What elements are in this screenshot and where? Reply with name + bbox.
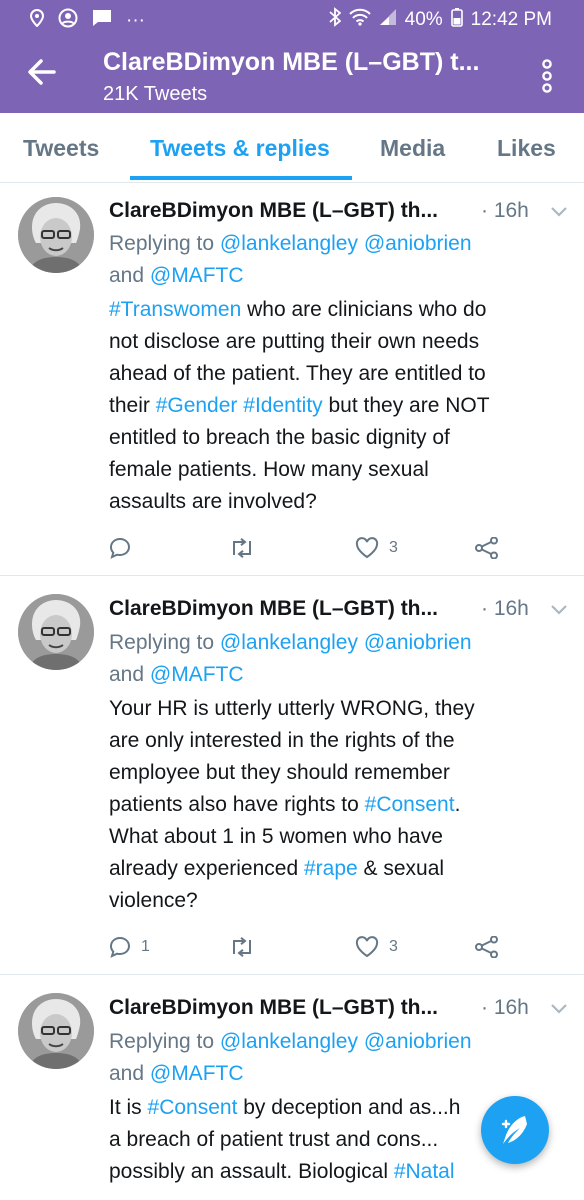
tweet-count: 21K Tweets [103,83,208,105]
mention-link[interactable]: @aniobrien [364,232,472,255]
mention-link[interactable]: @MAFTC [150,1062,244,1085]
reply-icon [109,537,131,559]
compose-tweet-button[interactable] [481,1096,549,1164]
profile-photo [18,197,94,273]
location-icon [29,8,45,33]
share-button[interactable] [475,537,499,559]
author-name[interactable]: ClareBDimyon MBE (L–GBT) th... [109,597,438,621]
chevron-down-icon [551,605,567,615]
replying-to: Replying to @lankelangley @aniobrien and … [109,631,472,686]
timestamp: · 16h [481,597,529,620]
tweet-item[interactable]: ClareBDimyon MBE (L–GBT) th... · 16h Rep… [0,183,584,576]
share-icon [475,537,498,559]
replying-to: Replying to @lankelangley @aniobrien and … [109,232,472,287]
reply-button[interactable]: 1 [109,936,150,958]
share-button[interactable] [475,936,499,958]
hashtag-link[interactable]: #Consent [148,1096,238,1119]
author-name[interactable]: ClareBDimyon MBE (L–GBT) th... [109,996,438,1020]
heart-icon [355,936,379,958]
tweet-item[interactable]: ClareBDimyon MBE (L–GBT) th... · 16h Rep… [0,576,584,975]
hashtag-link[interactable]: #Natal [394,1160,455,1183]
hashtag-link[interactable]: #Identity [243,394,322,417]
tweet-options-button[interactable] [550,205,568,217]
tab-media[interactable]: Media [380,135,445,162]
tab-tweets[interactable]: Tweets [23,135,99,162]
bluetooth-icon [329,7,342,33]
share-icon [475,936,498,958]
battery-percent: 40% [404,9,443,30]
more-vertical-icon [542,59,552,93]
hashtag-link[interactable]: #Consent [365,793,455,816]
battery-icon [450,7,463,33]
reply-icon [109,936,131,958]
tweet-text: #Transwomen who are clinicians who do no… [109,298,490,513]
retweet-icon [233,937,251,957]
timestamp: · 16h [481,996,529,1019]
mention-link[interactable]: @lankelangley [220,232,358,255]
profile-photo [18,993,94,1069]
author-name[interactable]: ClareBDimyon MBE (L–GBT) th... [109,199,438,223]
compose-feather-icon [501,1116,527,1144]
tab-likes[interactable]: Likes [497,135,556,162]
chevron-down-icon [551,207,567,217]
wifi-icon [348,8,371,32]
hashtag-link[interactable]: #rape [304,857,358,880]
tab-tweets-and-replies[interactable]: Tweets & replies [150,135,330,162]
like-count: 3 [389,938,398,955]
like-button[interactable]: 3 [355,936,398,958]
more-notifications: ··· [126,10,145,31]
overflow-menu-button[interactable] [535,58,559,94]
profile-photo [18,594,94,670]
mention-link[interactable]: @lankelangley [220,631,358,654]
mention-link[interactable]: @MAFTC [150,663,244,686]
mention-link[interactable]: @aniobrien [364,631,472,654]
active-tab-indicator [130,176,352,180]
like-count: 3 [389,539,398,556]
hashtag-link[interactable]: #Transwomen [109,298,241,321]
signal-icon [379,8,397,32]
tweet-options-button[interactable] [550,603,568,615]
chevron-down-icon [551,1004,567,1014]
mention-link[interactable]: @MAFTC [150,264,244,287]
tweet-options-button[interactable] [550,1002,568,1014]
tweet-item[interactable]: ClareBDimyon MBE (L–GBT) th... · 16h Rep… [0,975,584,1200]
like-button[interactable]: 3 [355,537,398,559]
retweet-button[interactable] [229,538,255,558]
back-arrow-icon [28,59,56,85]
hashtag-link[interactable]: #Gender [156,394,238,417]
avatar[interactable] [18,594,94,670]
avatar[interactable] [18,993,94,1069]
reply-count: 1 [141,938,150,955]
profile-title: ClareBDimyon MBE (L–GBT) t... [103,48,480,76]
message-icon [92,9,112,33]
profile-tabs: Tweets Tweets & replies Media Likes [0,113,584,183]
heart-icon [355,537,379,559]
clock: 12:42 PM [470,9,552,30]
account-icon [58,8,78,34]
reply-button[interactable] [109,537,141,559]
avatar[interactable] [18,197,94,273]
retweet-icon [233,538,251,558]
timestamp: · 16h [481,199,529,222]
mention-link[interactable]: @aniobrien [364,1030,472,1053]
back-button[interactable] [22,52,62,92]
mention-link[interactable]: @lankelangley [220,1030,358,1053]
app-header: ··· 40% 12:42 PM ClareBDimyon MBE (L–GBT… [0,0,584,113]
replying-to: Replying to @lankelangley @aniobrien and … [109,1030,472,1085]
status-bar: ··· 40% 12:42 PM [0,0,584,36]
tweet-text: Your HR is utterly utterly WRONG, they a… [109,697,475,912]
retweet-button[interactable] [229,937,255,957]
